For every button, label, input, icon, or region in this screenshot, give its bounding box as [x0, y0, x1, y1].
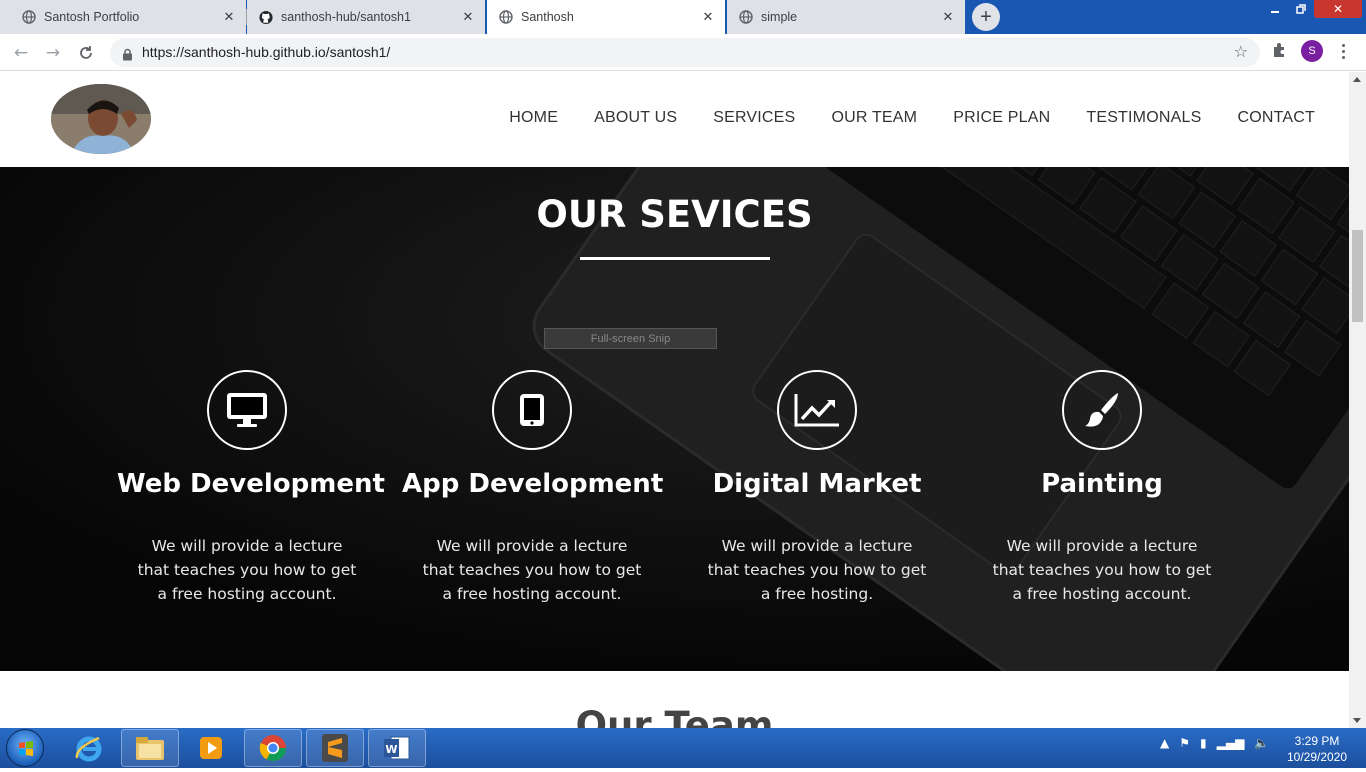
- clock-time: 3:29 PM: [1294, 734, 1340, 748]
- service-description: We will provide a lecture that teaches y…: [422, 537, 642, 603]
- back-icon[interactable]: ←: [10, 42, 32, 64]
- service-title: Digital Market: [712, 469, 922, 499]
- media-player-icon[interactable]: [182, 729, 240, 767]
- new-tab-button[interactable]: +: [972, 3, 1000, 31]
- nav-about-us[interactable]: ABOUT US: [594, 109, 677, 127]
- network-signal-icon[interactable]: ▂▄▆: [1217, 736, 1245, 750]
- page-viewport: HOME ABOUT US SERVICES OUR TEAM PRICE PL…: [0, 72, 1349, 728]
- start-button[interactable]: [6, 729, 44, 767]
- chart-line-icon: [777, 370, 857, 450]
- service-title: Painting: [1041, 469, 1163, 499]
- bookmark-star-icon[interactable]: ☆: [1234, 42, 1248, 61]
- scroll-down-icon[interactable]: [1353, 718, 1361, 723]
- nav-home[interactable]: HOME: [509, 109, 558, 127]
- address-bar[interactable]: https://santhosh-hub.github.io/santosh1/…: [110, 38, 1260, 67]
- tab-strip: Santosh Portfolio ✕ santhosh-hub/santosh…: [0, 0, 1366, 34]
- service-description: We will provide a lecture that teaches y…: [707, 537, 927, 603]
- tab-santhosh[interactable]: Santhosh ✕: [487, 0, 725, 34]
- tab-simple[interactable]: simple ✕: [727, 0, 965, 34]
- service-description: We will provide a lecture that teaches y…: [992, 537, 1212, 603]
- close-tab-icon[interactable]: ✕: [461, 10, 475, 25]
- scroll-up-icon[interactable]: [1353, 77, 1361, 82]
- reload-icon[interactable]: [75, 42, 97, 64]
- close-tab-icon[interactable]: ✕: [941, 10, 955, 25]
- browser-toolbar: ← → https://santhosh-hub.github.io/santo…: [0, 34, 1366, 71]
- title-underline: [580, 257, 770, 260]
- globe-icon: [739, 10, 753, 24]
- word-icon[interactable]: W: [368, 729, 426, 767]
- page-scrollbar[interactable]: [1349, 72, 1366, 728]
- scrollbar-thumb[interactable]: [1352, 230, 1363, 322]
- tab-santhosh-hub[interactable]: santhosh-hub/santosh1 ✕: [247, 0, 485, 34]
- globe-icon: [499, 10, 513, 24]
- site-header: HOME ABOUT US SERVICES OUR TEAM PRICE PL…: [0, 72, 1349, 167]
- extensions-icon[interactable]: [1271, 41, 1289, 59]
- nav-testimonals[interactable]: TESTIMONALS: [1086, 109, 1201, 127]
- service-title: Web Development: [117, 469, 385, 499]
- lock-icon: [122, 46, 133, 65]
- svg-text:W: W: [385, 743, 397, 756]
- tab-label: Santhosh: [521, 10, 574, 24]
- tablet-icon: [492, 370, 572, 450]
- paint-brush-icon: [1062, 370, 1142, 450]
- restore-icon[interactable]: [1288, 0, 1314, 18]
- close-window-icon[interactable]: ✕: [1314, 0, 1362, 18]
- battery-icon[interactable]: ▮: [1200, 736, 1207, 750]
- nav-contact[interactable]: CONTACT: [1237, 109, 1315, 127]
- forward-icon[interactable]: →: [42, 42, 64, 64]
- github-icon: [259, 10, 273, 24]
- profile-avatar[interactable]: S: [1301, 40, 1323, 62]
- close-tab-icon[interactable]: ✕: [222, 10, 236, 25]
- nav-our-team[interactable]: OUR TEAM: [831, 109, 917, 127]
- file-explorer-icon[interactable]: [121, 729, 179, 767]
- tab-label: Santosh Portfolio: [44, 10, 140, 24]
- show-hidden-icons-icon[interactable]: ▲: [1160, 736, 1169, 750]
- minimize-icon[interactable]: [1262, 0, 1288, 18]
- internet-explorer-icon[interactable]: [60, 729, 118, 767]
- nav-price-plan[interactable]: PRICE PLAN: [953, 109, 1050, 127]
- system-tray: ▲ ⚑ ▮ ▂▄▆ 🔈: [1160, 736, 1269, 750]
- tab-label: santhosh-hub/santosh1: [281, 10, 411, 24]
- service-title: App Development: [402, 469, 664, 499]
- monitor-icon: [207, 370, 287, 450]
- services-title: OUR SEVICES: [536, 193, 813, 236]
- chrome-icon[interactable]: [244, 729, 302, 767]
- services-section: OUR SEVICES Full-screen Snip Web Develop…: [0, 167, 1349, 671]
- nav-services[interactable]: SERVICES: [713, 109, 795, 127]
- close-tab-icon[interactable]: ✕: [701, 10, 715, 25]
- profile-photo[interactable]: [51, 84, 151, 154]
- taskbar-clock[interactable]: 3:29 PM 10/29/2020: [1282, 733, 1352, 765]
- sublime-text-icon[interactable]: [306, 729, 364, 767]
- action-center-flag-icon[interactable]: ⚑: [1179, 736, 1190, 750]
- browser-menu-icon[interactable]: [1338, 40, 1348, 62]
- clock-date: 10/29/2020: [1286, 750, 1348, 764]
- service-description: We will provide a lecture that teaches y…: [137, 537, 357, 603]
- globe-icon: [22, 10, 36, 24]
- tab-label: simple: [761, 10, 798, 24]
- team-section-title: Our Team: [575, 704, 774, 728]
- main-nav: HOME ABOUT US SERVICES OUR TEAM PRICE PL…: [509, 109, 1315, 127]
- tab-santosh-portfolio[interactable]: Santosh Portfolio ✕: [0, 0, 246, 34]
- windows-taskbar: W ▲ ⚑ ▮ ▂▄▆ 🔈 3:29 PM 10/29/2020: [0, 728, 1366, 768]
- snip-overlay-label: Full-screen Snip: [544, 328, 717, 349]
- url-text: https://santhosh-hub.github.io/santosh1/: [142, 44, 391, 60]
- volume-icon[interactable]: 🔈: [1254, 736, 1269, 750]
